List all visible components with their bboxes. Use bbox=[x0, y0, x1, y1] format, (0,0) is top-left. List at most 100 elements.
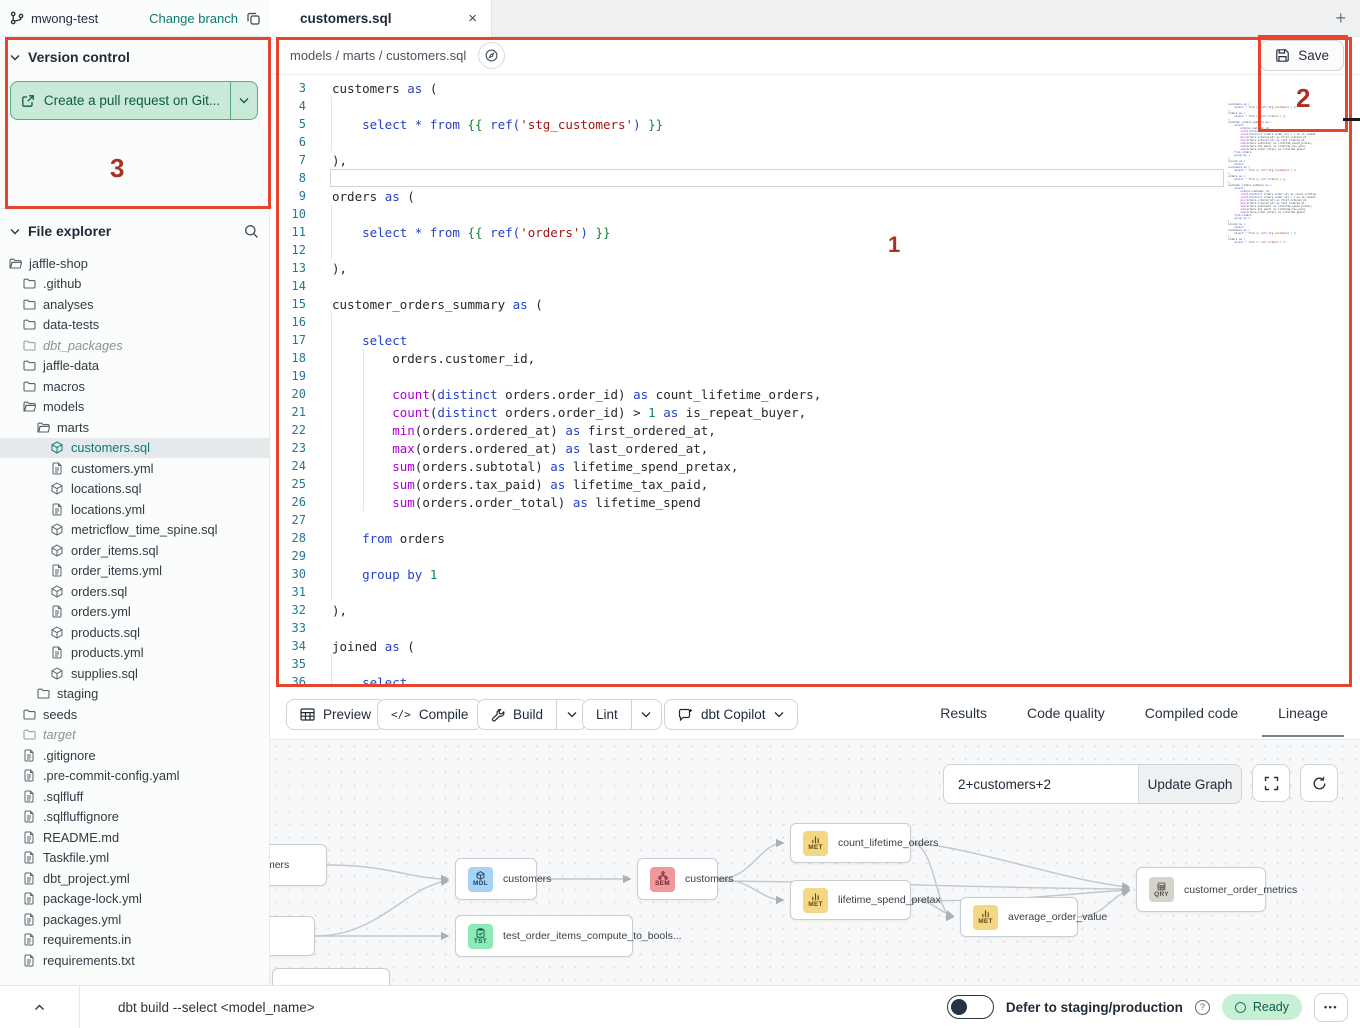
code-line[interactable]: 3customers as ( bbox=[270, 79, 1360, 97]
file-tree-item-packages-yml[interactable]: packages.yml bbox=[0, 909, 269, 930]
file-tree-item-seeds[interactable]: seeds bbox=[0, 704, 269, 725]
file-tree-item-customers-sql[interactable]: customers.sql bbox=[0, 438, 269, 459]
code-line[interactable]: 22 min(orders.ordered_at) as first_order… bbox=[270, 421, 1360, 439]
file-tree-item-order-items-yml[interactable]: order_items.yml bbox=[0, 561, 269, 582]
lineage-node-test_order_items[interactable]: TSTtest_order_items_compute_to_bools... bbox=[455, 915, 633, 957]
code-line[interactable]: 28 from orders bbox=[270, 529, 1360, 547]
code-line[interactable]: 31 bbox=[270, 583, 1360, 601]
file-tree-item--github[interactable]: .github bbox=[0, 274, 269, 295]
save-button[interactable]: Save bbox=[1260, 40, 1344, 71]
lineage-node-average_order_value[interactable]: METaverage_order_value bbox=[960, 897, 1078, 937]
help-icon[interactable]: ? bbox=[1195, 1000, 1210, 1015]
file-tree-item-data-tests[interactable]: data-tests bbox=[0, 315, 269, 336]
search-icon[interactable] bbox=[244, 224, 259, 239]
file-tree-item-orders-yml[interactable]: orders.yml bbox=[0, 602, 269, 623]
code-line[interactable]: 20 count(distinct orders.order_id) as co… bbox=[270, 385, 1360, 403]
code-line[interactable]: 36 select bbox=[270, 673, 1360, 687]
code-line[interactable]: 30 group by 1 bbox=[270, 565, 1360, 583]
dbt-copilot-button[interactable]: dbt Copilot bbox=[664, 699, 798, 730]
file-tree-item--pre-commit-config-yaml[interactable]: .pre-commit-config.yaml bbox=[0, 766, 269, 787]
file-tree-item--gitignore[interactable]: .gitignore bbox=[0, 745, 269, 766]
code-line[interactable]: 32), bbox=[270, 601, 1360, 619]
code-line[interactable]: 9orders as ( bbox=[270, 187, 1360, 205]
file-tree-item-taskfile-yml[interactable]: Taskfile.yml bbox=[0, 848, 269, 869]
code-line[interactable]: 23 max(orders.ordered_at) as last_ordere… bbox=[270, 439, 1360, 457]
file-tree-item-readme-md[interactable]: README.md bbox=[0, 827, 269, 848]
code-line[interactable]: 8 bbox=[270, 169, 1360, 187]
code-line[interactable]: 13), bbox=[270, 259, 1360, 277]
file-tree-item-dbt-project-yml[interactable]: dbt_project.yml bbox=[0, 868, 269, 889]
file-tree-item-target[interactable]: target bbox=[0, 725, 269, 746]
file-tree-item-staging[interactable]: staging bbox=[0, 684, 269, 705]
close-tab-icon[interactable]: × bbox=[468, 10, 477, 27]
lineage-node-orders[interactable]: orders bbox=[270, 916, 315, 956]
lineage-node-stg_customers[interactable]: stg_customers bbox=[270, 844, 327, 886]
code-line[interactable]: 26 sum(orders.order_total) as lifetime_s… bbox=[270, 493, 1360, 511]
file-tree-item-jaffle-data[interactable]: jaffle-data bbox=[0, 356, 269, 377]
preview-button[interactable]: Preview bbox=[286, 699, 385, 730]
code-line[interactable]: 29 bbox=[270, 547, 1360, 565]
file-tree-item-jaffle-shop[interactable]: jaffle-shop bbox=[0, 253, 269, 274]
version-control-header[interactable]: Version control bbox=[0, 37, 269, 73]
file-tree-item-package-lock-yml[interactable]: package-lock.yml bbox=[0, 889, 269, 910]
tab-compiled-code[interactable]: Compiled code bbox=[1129, 690, 1254, 737]
code-line[interactable]: 15customer_orders_summary as ( bbox=[270, 295, 1360, 313]
lineage-node-count_lifetime_orders[interactable]: METcount_lifetime_orders bbox=[790, 823, 911, 863]
lineage-node-lifetime_spend_pretax[interactable]: METlifetime_spend_pretax bbox=[790, 880, 911, 920]
lineage-node-customers_model[interactable]: MDLcustomers bbox=[455, 858, 537, 900]
code-line[interactable]: 6 bbox=[270, 133, 1360, 151]
file-tree-item-macros[interactable]: macros bbox=[0, 376, 269, 397]
more-options-button[interactable]: ••• bbox=[1314, 993, 1348, 1022]
command-bar-expand-button[interactable] bbox=[0, 986, 80, 1028]
lint-button[interactable]: Lint bbox=[582, 699, 662, 730]
file-tree-item-supplies-sql[interactable]: supplies.sql bbox=[0, 663, 269, 684]
lineage-node-bottom_partial[interactable] bbox=[272, 968, 390, 985]
code-line[interactable]: 14 bbox=[270, 277, 1360, 295]
copy-icon[interactable] bbox=[247, 12, 260, 25]
pr-dropdown-caret[interactable] bbox=[231, 82, 257, 119]
new-tab-button[interactable]: + bbox=[1335, 8, 1346, 29]
lineage-node-customers_semantic[interactable]: SEMcustomers bbox=[637, 858, 718, 900]
code-line[interactable]: 24 sum(orders.subtotal) as lifetime_spen… bbox=[270, 457, 1360, 475]
file-tree-item-marts[interactable]: marts bbox=[0, 417, 269, 438]
file-tree-item-dbt-packages[interactable]: dbt_packages bbox=[0, 335, 269, 356]
code-line[interactable]: 16 bbox=[270, 313, 1360, 331]
code-line[interactable]: 33 bbox=[270, 619, 1360, 637]
lineage-node-customer_order_metrics[interactable]: QRYcustomer_order_metrics bbox=[1136, 867, 1266, 912]
code-line[interactable]: 4 bbox=[270, 97, 1360, 115]
code-line[interactable]: 21 count(distinct orders.order_id) > 1 a… bbox=[270, 403, 1360, 421]
change-branch-link[interactable]: Change branch bbox=[149, 11, 238, 26]
create-pull-request-button[interactable]: Create a pull request on Git... bbox=[10, 81, 258, 120]
code-line[interactable]: 17 select bbox=[270, 331, 1360, 349]
file-tree-item-metricflow-time-spine-sql[interactable]: metricflow_time_spine.sql bbox=[0, 520, 269, 541]
copilot-dropdown-caret[interactable] bbox=[774, 711, 784, 718]
code-line[interactable]: 35 bbox=[270, 655, 1360, 673]
file-tree-item--sqlfluff[interactable]: .sqlfluff bbox=[0, 786, 269, 807]
tab-code-quality[interactable]: Code quality bbox=[1011, 690, 1121, 737]
file-tree-item-locations-yml[interactable]: locations.yml bbox=[0, 499, 269, 520]
code-line[interactable]: 27 bbox=[270, 511, 1360, 529]
create-pull-request-main[interactable]: Create a pull request on Git... bbox=[11, 82, 231, 119]
update-graph-button[interactable]: Update Graph bbox=[1138, 765, 1241, 803]
build-button[interactable]: Build bbox=[477, 699, 587, 730]
file-tree-item-models[interactable]: models bbox=[0, 397, 269, 418]
file-tree-item-products-yml[interactable]: products.yml bbox=[0, 643, 269, 664]
file-tree-item-order-items-sql[interactable]: order_items.sql bbox=[0, 540, 269, 561]
defer-toggle[interactable] bbox=[947, 995, 994, 1019]
file-explorer-header[interactable]: File explorer bbox=[0, 211, 269, 247]
tab-results[interactable]: Results bbox=[924, 690, 1003, 737]
code-line[interactable]: 25 sum(orders.tax_paid) as lifetime_tax_… bbox=[270, 475, 1360, 493]
file-tree-item-orders-sql[interactable]: orders.sql bbox=[0, 581, 269, 602]
file-tree-item-customers-yml[interactable]: customers.yml bbox=[0, 458, 269, 479]
lineage-filter-input[interactable] bbox=[944, 765, 1138, 803]
code-line[interactable]: 12 bbox=[270, 241, 1360, 259]
code-line[interactable]: 19 bbox=[270, 367, 1360, 385]
file-tree-item-products-sql[interactable]: products.sql bbox=[0, 622, 269, 643]
view-docs-button[interactable] bbox=[478, 42, 505, 69]
code-line[interactable]: 11 select * from {{ ref('orders') }} bbox=[270, 223, 1360, 241]
file-tree-item-locations-sql[interactable]: locations.sql bbox=[0, 479, 269, 500]
code-line[interactable]: 10 bbox=[270, 205, 1360, 223]
minimap[interactable]: customers as ( select * from {{ ref('stg… bbox=[1228, 103, 1316, 243]
code-line[interactable]: 7), bbox=[270, 151, 1360, 169]
code-line[interactable]: 34joined as ( bbox=[270, 637, 1360, 655]
